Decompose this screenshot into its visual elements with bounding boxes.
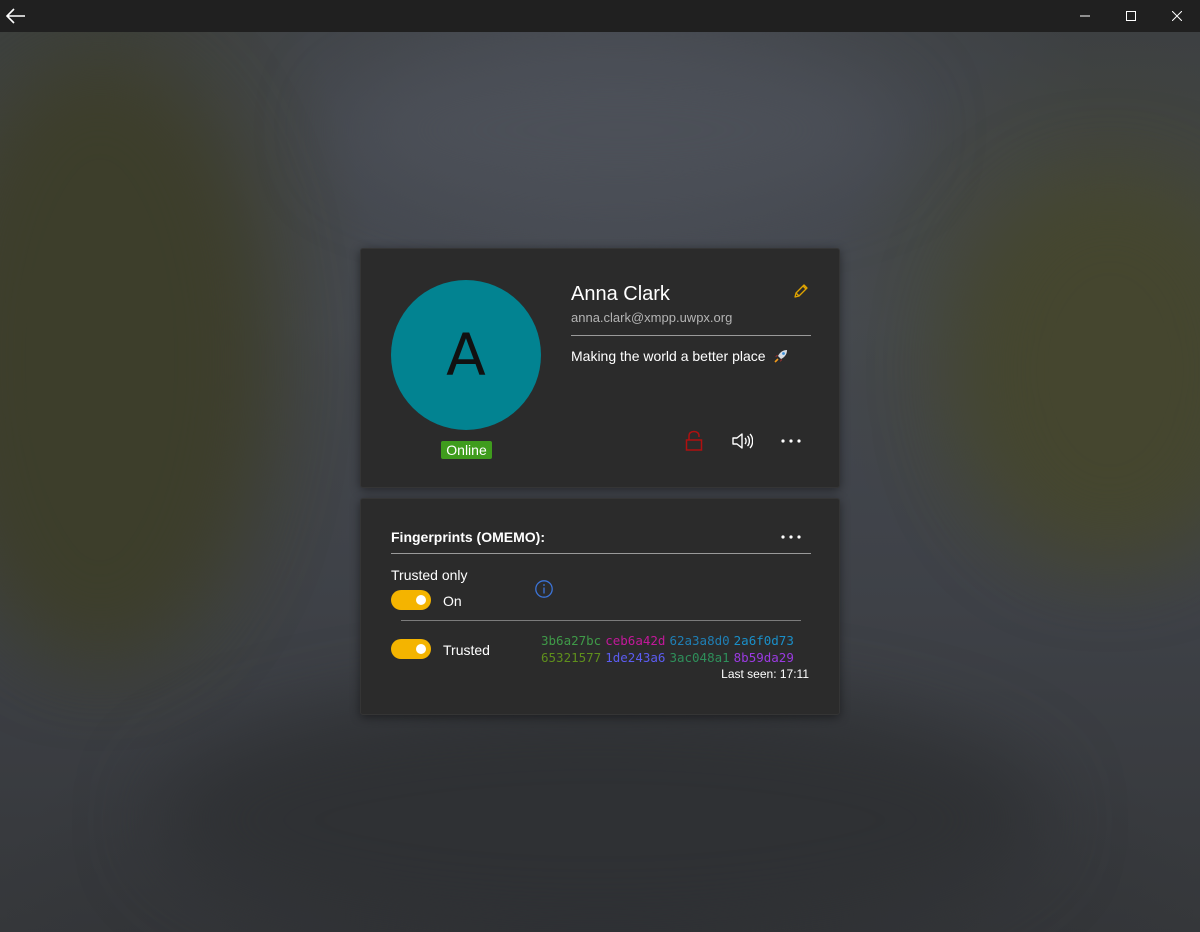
avatar-letter: A — [446, 321, 486, 389]
minimize-icon — [1080, 15, 1090, 17]
contact-name: Anna Clark — [571, 283, 670, 305]
more-button[interactable] — [777, 427, 805, 455]
mute-button[interactable] — [728, 427, 756, 455]
device-trust-label: Trusted — [443, 642, 490, 658]
status-message: Making the world a better place — [571, 348, 789, 364]
omemo-card: Fingerprints (OMEMO): Trusted only On Tr… — [360, 498, 840, 715]
more-icon — [781, 439, 801, 443]
device-fingerprint: 3b6a27bc ceb6a42d 62a3a8d0 2a6f0d73 6532157… — [541, 632, 794, 666]
back-button[interactable] — [0, 0, 32, 32]
divider — [401, 620, 801, 621]
avatar[interactable]: A — [391, 280, 541, 430]
speaker-icon — [732, 433, 753, 449]
fingerprint-block: 62a3a8d0 — [669, 633, 730, 648]
trusted-only-label: Trusted only — [391, 567, 468, 583]
back-arrow-icon — [6, 8, 25, 24]
lock-icon — [685, 430, 703, 451]
fingerprint-line: 65321577 1de243a6 3ac048a1 8b59da29 — [541, 649, 794, 666]
encryption-button[interactable] — [680, 427, 708, 455]
trusted-only-toggle[interactable] — [391, 590, 431, 610]
fingerprint-block: 1de243a6 — [605, 650, 666, 665]
maximize-button[interactable] — [1108, 0, 1154, 32]
pencil-icon — [794, 284, 808, 298]
omemo-title: Fingerprints (OMEMO): — [391, 529, 545, 545]
close-button[interactable] — [1154, 0, 1200, 32]
fingerprint-block: 65321577 — [541, 650, 602, 665]
divider — [571, 335, 811, 336]
contact-jid: anna.clark@xmpp.uwpx.org — [571, 310, 733, 325]
device-trust-toggle[interactable] — [391, 639, 431, 659]
minimize-button[interactable] — [1062, 0, 1108, 32]
window-controls — [1062, 0, 1200, 32]
maximize-icon — [1126, 11, 1136, 21]
rocket-icon — [774, 350, 788, 363]
presence-badge: Online — [441, 441, 492, 459]
edit-button[interactable] — [793, 283, 813, 303]
info-icon-graphic — [535, 580, 553, 598]
status-text: Making the world a better place — [571, 348, 766, 364]
fingerprint-block: 3b6a27bc — [541, 633, 602, 648]
info-icon[interactable] — [534, 579, 554, 599]
profile-card: A Online Anna Clark anna.clark@xmpp.uwpx… — [360, 248, 840, 488]
device-last-seen: Last seen: 17:11 — [721, 667, 809, 681]
title-bar — [0, 0, 1200, 32]
omemo-more-button[interactable] — [777, 523, 805, 551]
fingerprint-block: 8b59da29 — [733, 650, 794, 665]
fingerprint-block: 3ac048a1 — [669, 650, 730, 665]
fingerprint-line: 3b6a27bc ceb6a42d 62a3a8d0 2a6f0d73 — [541, 632, 794, 649]
trusted-only-state: On — [443, 593, 462, 609]
fingerprint-block: 2a6f0d73 — [733, 633, 794, 648]
fingerprint-block: ceb6a42d — [605, 633, 666, 648]
toggle-knob — [416, 644, 426, 654]
toggle-knob — [416, 595, 426, 605]
divider — [391, 553, 811, 554]
more-icon — [781, 535, 801, 539]
close-icon — [1172, 11, 1182, 21]
